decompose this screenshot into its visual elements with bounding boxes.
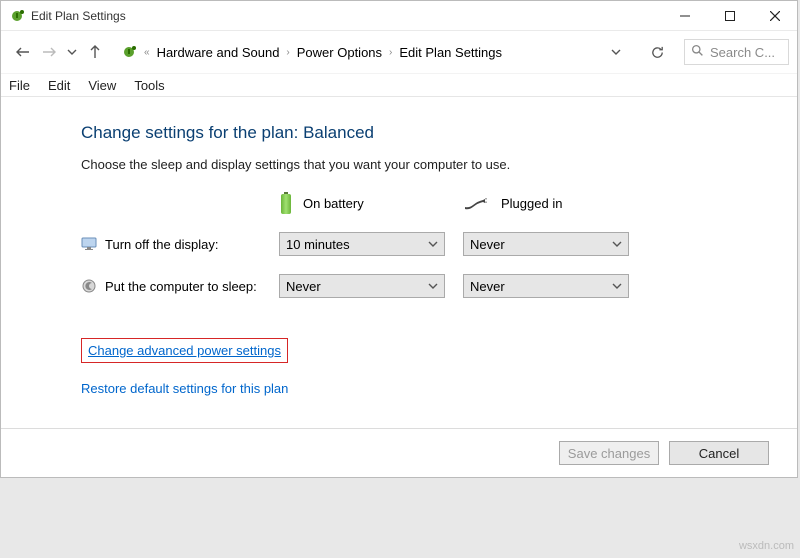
folder-icon <box>121 44 137 60</box>
chevron-down-icon <box>612 239 622 249</box>
search-placeholder: Search C... <box>710 45 775 60</box>
column-plugged: Plugged in <box>463 196 647 211</box>
footer: Save changes Cancel <box>1 429 797 477</box>
chevron-right-icon: › <box>283 47 292 58</box>
address-bar[interactable]: « Hardware and Sound › Power Options › E… <box>117 39 626 65</box>
moon-icon <box>81 278 97 294</box>
menu-view[interactable]: View <box>86 78 118 93</box>
window: Edit Plan Settings <box>0 0 798 478</box>
menubar: File Edit View Tools <box>1 73 797 97</box>
menu-edit[interactable]: Edit <box>46 78 72 93</box>
column-headers: On battery Plugged in <box>81 192 797 214</box>
monitor-icon <box>81 236 97 252</box>
row-sleep-label: Put the computer to sleep: <box>81 278 279 294</box>
chevron-right-icon: › <box>386 47 395 58</box>
content: Change settings for the plan: Balanced C… <box>1 97 797 429</box>
forward-button[interactable] <box>39 42 59 62</box>
column-battery-label: On battery <box>303 196 364 211</box>
save-button-label: Save changes <box>568 446 650 461</box>
advanced-link-highlight: Change advanced power settings <box>81 338 288 363</box>
up-button[interactable] <box>85 42 105 62</box>
breadcrumb: « Hardware and Sound › Power Options › E… <box>117 39 602 65</box>
row-display-label: Turn off the display: <box>81 236 279 252</box>
display-plugged-dropdown[interactable]: Never <box>463 232 629 256</box>
sleep-battery-value: Never <box>286 279 321 294</box>
sleep-battery-dropdown[interactable]: Never <box>279 274 445 298</box>
minimize-button[interactable] <box>662 1 707 31</box>
save-button: Save changes <box>559 441 659 465</box>
row-sleep: Put the computer to sleep: Never Never <box>81 274 797 298</box>
restore-defaults-link[interactable]: Restore default settings for this plan <box>81 381 288 396</box>
row-sleep-text: Put the computer to sleep: <box>105 279 257 294</box>
search-box[interactable]: Search C... <box>684 39 789 65</box>
menu-tools[interactable]: Tools <box>132 78 166 93</box>
window-title-text: Edit Plan Settings <box>31 9 126 23</box>
app-icon <box>9 8 25 24</box>
titlebar-title: Edit Plan Settings <box>9 8 662 24</box>
navbar: « Hardware and Sound › Power Options › E… <box>1 31 797 73</box>
back-button[interactable] <box>13 42 33 62</box>
window-controls <box>662 1 797 31</box>
chevron-down-icon <box>428 281 438 291</box>
chevron-down-icon <box>612 281 622 291</box>
cancel-button-label: Cancel <box>699 446 739 461</box>
chevron-down-icon <box>428 239 438 249</box>
maximize-button[interactable] <box>707 1 752 31</box>
advanced-power-link[interactable]: Change advanced power settings <box>88 343 281 358</box>
breadcrumb-item[interactable]: Hardware and Sound <box>155 45 282 60</box>
column-plugged-label: Plugged in <box>501 196 562 211</box>
close-button[interactable] <box>752 1 797 31</box>
row-display-text: Turn off the display: <box>105 237 218 252</box>
address-history-button[interactable] <box>606 42 626 62</box>
search-icon <box>691 44 704 60</box>
display-plugged-value: Never <box>470 237 505 252</box>
cancel-button[interactable]: Cancel <box>669 441 769 465</box>
page-subtitle: Choose the sleep and display settings th… <box>81 157 797 172</box>
crumb-prefix: « <box>141 47 153 58</box>
column-battery: On battery <box>279 192 463 214</box>
sleep-plugged-dropdown[interactable]: Never <box>463 274 629 298</box>
breadcrumb-item[interactable]: Power Options <box>295 45 384 60</box>
battery-icon <box>279 192 293 214</box>
titlebar: Edit Plan Settings <box>1 1 797 31</box>
menu-file[interactable]: File <box>7 78 32 93</box>
sleep-plugged-value: Never <box>470 279 505 294</box>
recent-locations-button[interactable] <box>65 42 79 62</box>
breadcrumb-item[interactable]: Edit Plan Settings <box>397 45 504 60</box>
watermark: wsxdn.com <box>739 540 794 552</box>
refresh-button[interactable] <box>642 39 672 65</box>
nav-arrows <box>13 42 105 62</box>
page-title: Change settings for the plan: Balanced <box>81 123 797 143</box>
row-display: Turn off the display: 10 minutes Never <box>81 232 797 256</box>
display-battery-value: 10 minutes <box>286 237 350 252</box>
links-section: Change advanced power settings Restore d… <box>81 338 797 414</box>
plug-icon <box>463 196 491 210</box>
display-battery-dropdown[interactable]: 10 minutes <box>279 232 445 256</box>
